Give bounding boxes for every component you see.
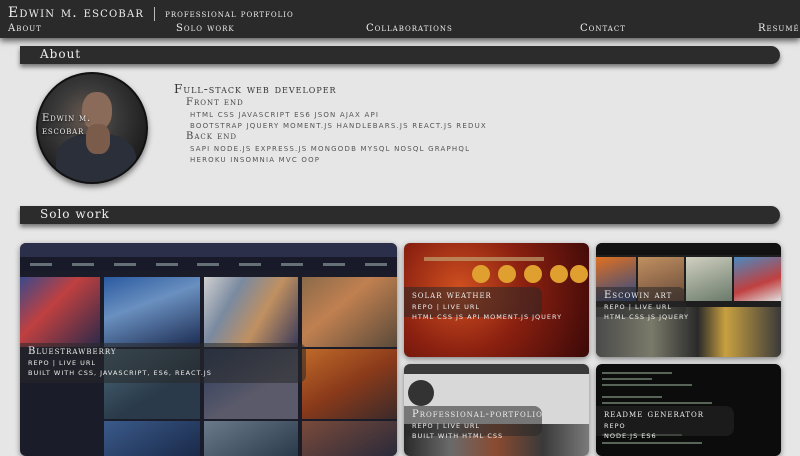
nav-collaborations[interactable]: Collaborations [366,23,453,34]
preview-forecast-icon [550,265,568,283]
preview-code-line [602,378,652,380]
preview-tile [104,421,200,456]
front-end-skills-1: html css javascript es6 json ajax api [190,111,380,119]
preview-forecast-icon [472,265,490,283]
project-card-bluestrawberry[interactable]: Bluestrawberry repo | live url built wit… [20,243,397,456]
project-title: Professional-portfolio [412,409,543,420]
nav-contact[interactable]: Contact [580,23,626,34]
brand-name: Edwin m. escobar [8,5,145,21]
project-title: Bluestrawberry [28,346,117,357]
project-links[interactable]: repo | live url [412,303,534,311]
project-label: Escowin art repo | live url html css js … [596,287,688,321]
preview-forecast-icon [524,265,542,283]
card-preview-header [20,243,397,257]
project-label: Professional-portfolio repo | live url b… [404,406,543,440]
project-card-escowin-art[interactable]: Escowin art repo | live url html css js … [596,243,781,357]
project-title: solar weather [412,290,492,301]
preview-tile [204,421,298,456]
solo-work-section-bar: Solo work [20,206,780,224]
preview-tile [204,277,298,347]
preview-code-line [602,384,692,386]
avatar-name-line2: escobar [42,126,85,137]
avatar-name: Edwin m. escobar [42,112,146,138]
project-links[interactable]: repo | live url [604,303,678,311]
project-tech: built with html css [412,432,504,440]
project-card-solar-weather[interactable]: solar weather repo | live url html css j… [404,243,589,357]
solo-work-section-title: Solo work [40,207,110,221]
about-section-bar: About [20,46,780,64]
project-links[interactable]: repo | live url [28,359,298,367]
preview-tile [302,349,397,419]
project-tech: built with css, javascript, es6, react.j… [28,369,212,377]
project-label: Bluestrawberry repo | live url built wit… [20,343,306,383]
main-nav: About Solo work Collaborations Contact R… [8,23,799,37]
front-end-label: Front end [186,97,244,108]
brand-separator [154,7,156,21]
preview-code-line [602,402,712,404]
brand: Edwin m. escobar professional portfolio [8,5,294,23]
project-label: solar weather repo | live url html css j… [404,287,561,321]
preview-code-line [602,442,702,444]
front-end-skills-2: bootstrap jquery moment.js handlebars.js… [190,122,487,130]
back-end-skills-1: sapi node.js express.js mongodb mysql no… [190,145,471,153]
brand-subtitle: professional portfolio [165,9,294,20]
project-card-readme-generator[interactable]: readme generator repo node.js es6 [596,364,781,456]
preview-tile [734,257,781,301]
preview-code-line [602,372,672,374]
nav-about[interactable]: About [8,23,42,34]
preview-nav [404,364,589,374]
card-preview-tabs [20,257,397,271]
top-nav-bar: Edwin m. escobar professional portfolio … [0,0,800,38]
project-label: readme generator repo node.js es6 [596,406,734,440]
back-end-label: Back end [186,131,238,142]
preview-forecast-icon [570,265,588,283]
preview-tile [686,257,732,301]
project-links[interactable]: repo [604,422,726,430]
preview-nav [596,243,781,255]
project-links[interactable]: repo | live url [412,422,534,430]
about-text: Full-stack web developer Front end html … [174,82,487,164]
project-title: readme generator [604,409,705,420]
preview-forecast-icon [498,265,516,283]
project-tech: html css js jquery [604,313,690,321]
project-title: Escowin art [604,290,673,301]
nav-solo-work[interactable]: Solo work [176,23,235,34]
preview-code-line [602,396,662,398]
preview-avatar [408,380,434,406]
project-card-professional-portfolio[interactable]: Professional-portfolio repo | live url b… [404,364,589,456]
avatar: Edwin m. escobar [36,72,148,184]
avatar-name-line1: Edwin m. [42,113,91,124]
preview-tile [104,277,200,347]
preview-tile [20,277,100,347]
nav-resume[interactable]: Resumé [758,23,800,34]
about-section-title: About [40,47,82,61]
preview-tile [302,421,397,456]
about-title: Full-stack web developer [174,82,337,96]
preview-tile [302,277,397,347]
preview-searchbar [424,257,544,261]
project-tech: node.js es6 [604,432,657,440]
back-end-skills-2: heroku insomnia mvc oop [190,156,321,164]
project-tech: html css js api moment.js jquery [412,313,563,321]
